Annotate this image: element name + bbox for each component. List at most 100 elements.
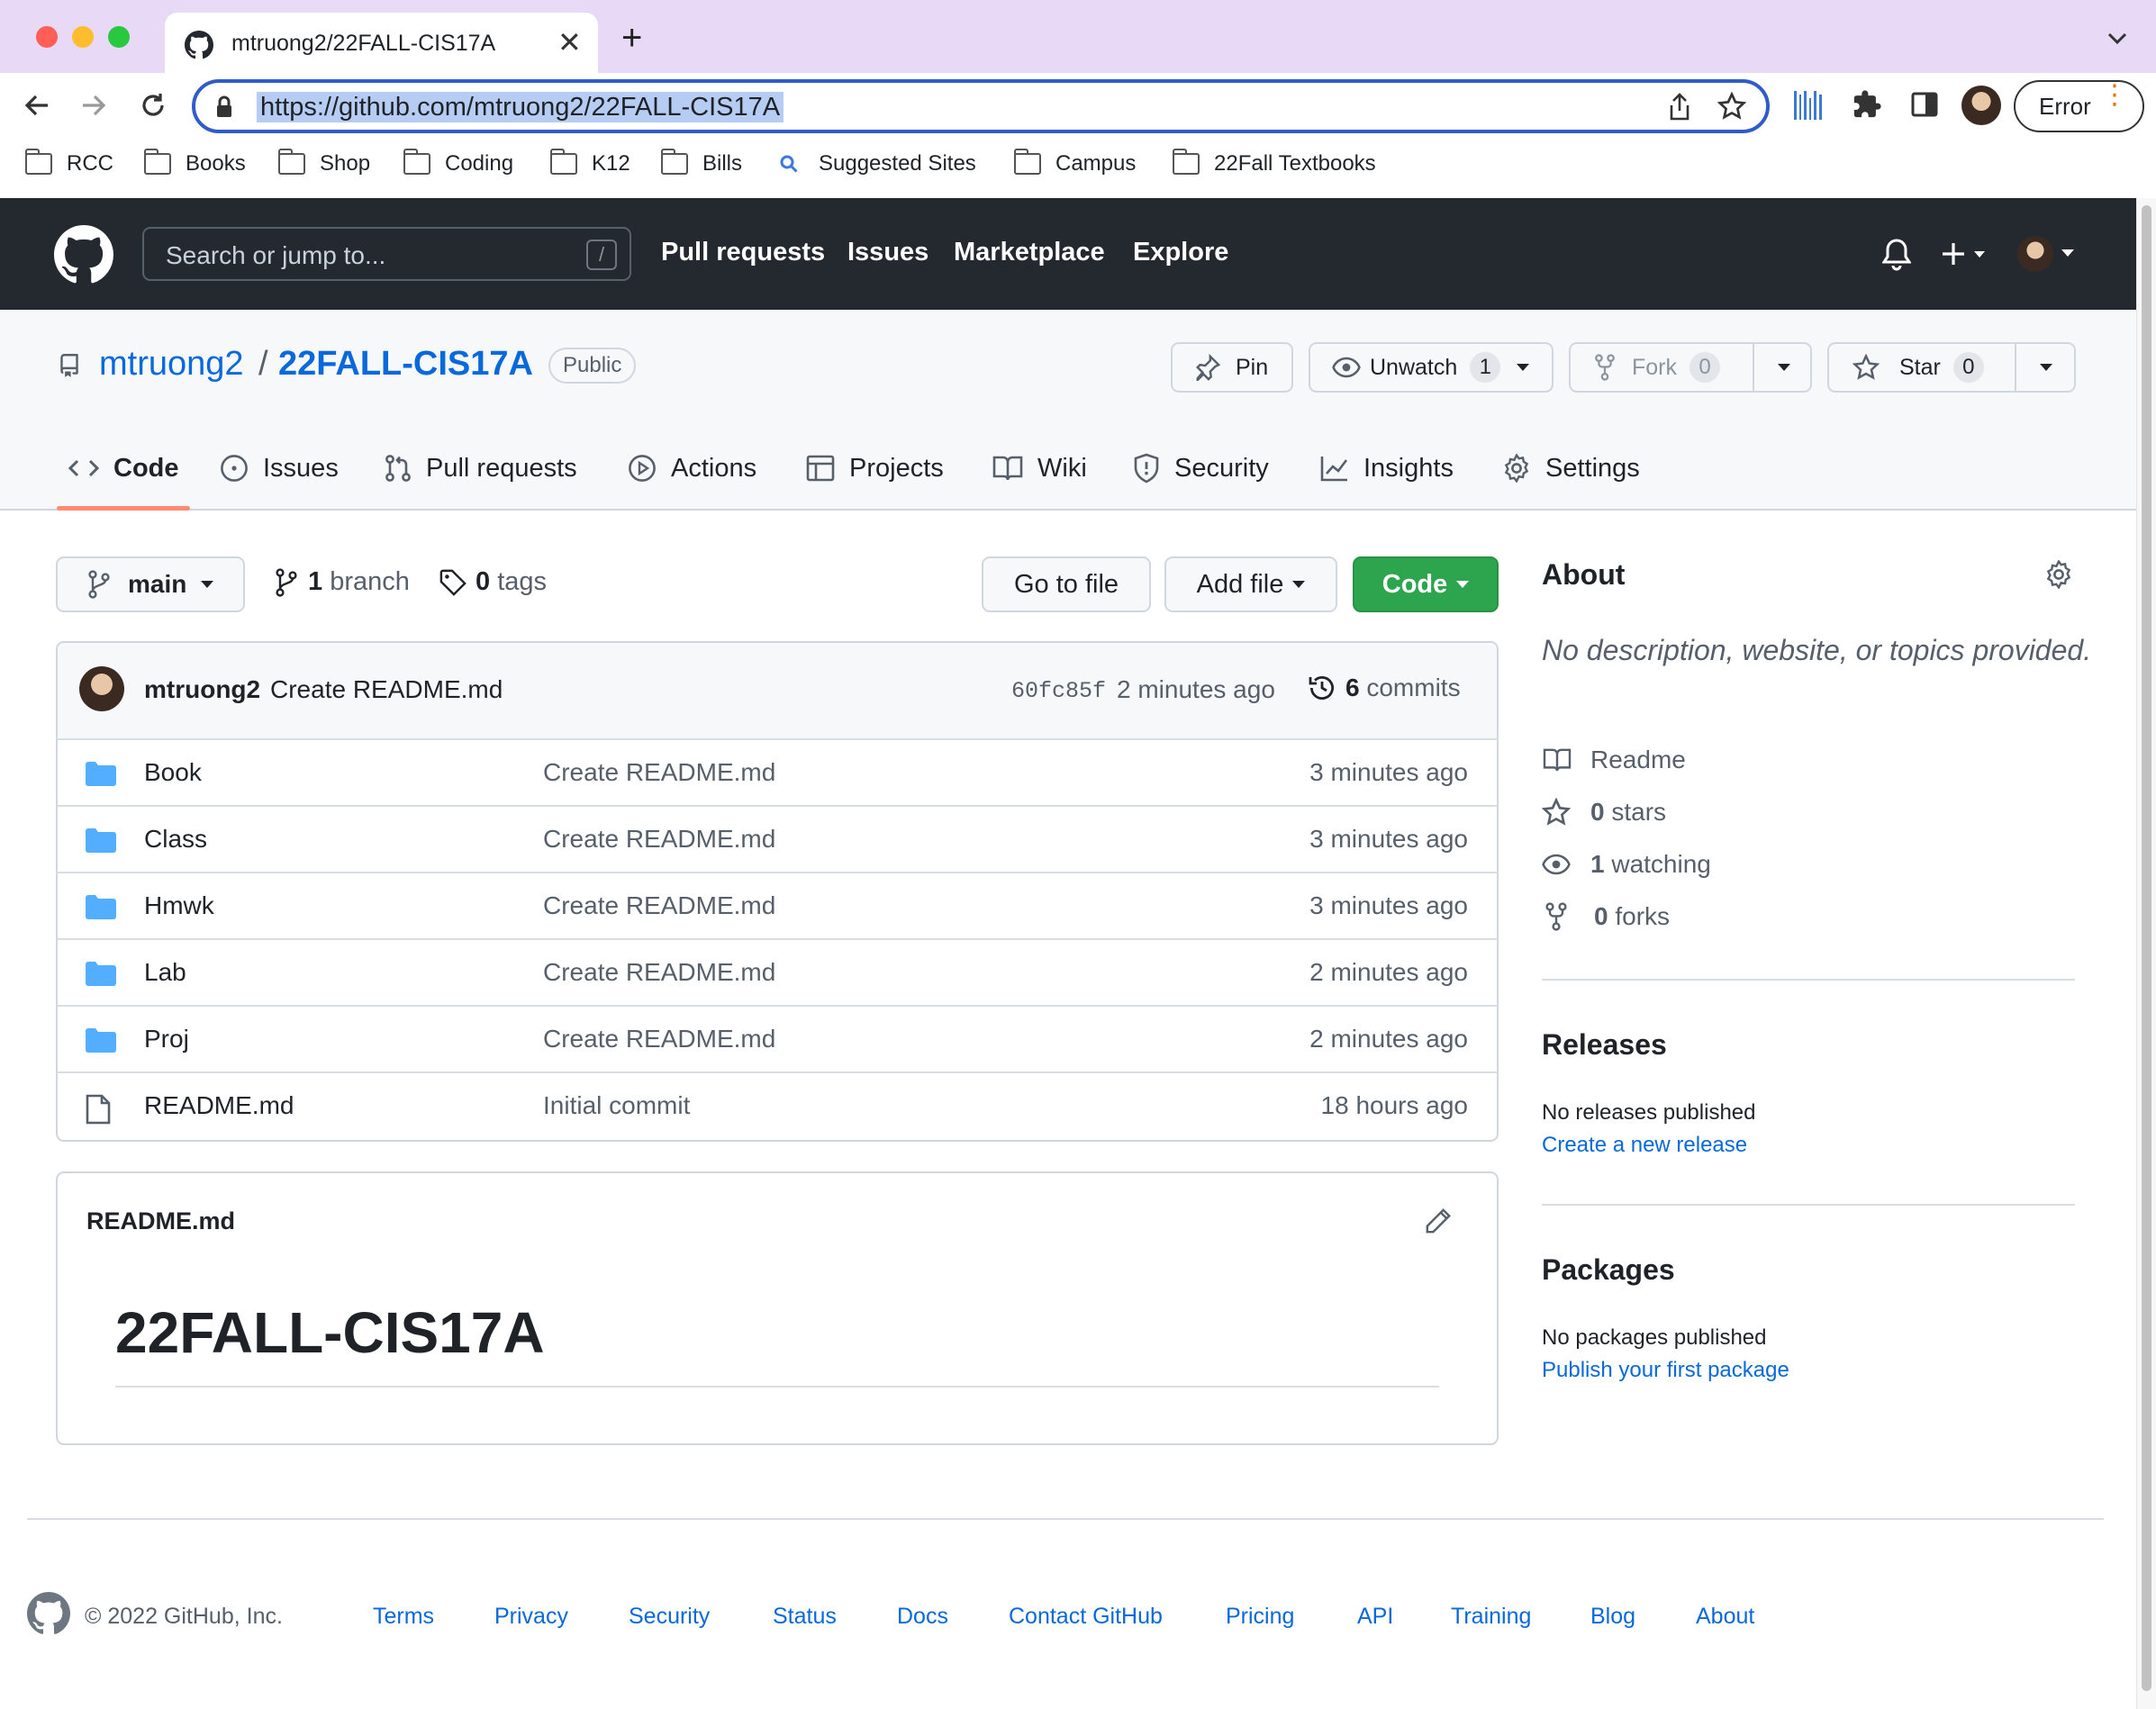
footer-api[interactable]: API	[1357, 1604, 1393, 1630]
tab-actions[interactable]: Actions	[628, 450, 756, 486]
footer-terms[interactable]: Terms	[373, 1604, 434, 1630]
user-avatar[interactable]	[2017, 236, 2053, 272]
page-scrollbar[interactable]	[2136, 198, 2156, 1709]
file-name-link[interactable]: Book	[144, 758, 202, 787]
table-row[interactable]: Lab Create README.md 2 minutes ago	[57, 938, 1498, 1005]
bookmark-k12[interactable]: K12	[550, 148, 630, 180]
tab-projects[interactable]: Projects	[806, 450, 944, 486]
url-text[interactable]: https://github.com/mtruong2/22FALL-CIS17…	[257, 92, 784, 122]
about-watching-link[interactable]: 1 watching	[1542, 850, 1711, 879]
user-menu-caret-icon[interactable]	[2061, 249, 2075, 258]
footer-docs[interactable]: Docs	[897, 1604, 948, 1630]
fork-button[interactable]: Fork 0	[1569, 342, 1812, 393]
tab-settings[interactable]: Settings	[1502, 450, 1640, 486]
nav-issues[interactable]: Issues	[847, 238, 929, 267]
github-logo-icon[interactable]	[54, 225, 113, 285]
add-file-button[interactable]: Add file	[1164, 556, 1337, 612]
repo-owner-link[interactable]: mtruong2	[99, 345, 244, 384]
packages-title[interactable]: Packages	[1542, 1253, 1675, 1287]
branch-selector[interactable]: main	[56, 556, 245, 612]
bookmark-campus[interactable]: Campus	[1014, 148, 1136, 180]
footer-status[interactable]: Status	[773, 1604, 837, 1630]
create-new-plus-icon[interactable]	[1940, 240, 1990, 268]
footer-security[interactable]: Security	[629, 1604, 710, 1630]
nav-pull-requests[interactable]: Pull requests	[661, 238, 825, 267]
search-input[interactable]: Search or jump to... /	[142, 227, 631, 281]
commit-author-avatar[interactable]	[79, 666, 124, 711]
footer-privacy[interactable]: Privacy	[494, 1604, 568, 1630]
bookmark-bills[interactable]: Bills	[661, 148, 742, 180]
file-name-link[interactable]: Lab	[144, 958, 186, 987]
commit-message[interactable]: Create README.md	[270, 675, 503, 704]
bookmark-books[interactable]: Books	[144, 148, 246, 180]
nav-explore[interactable]: Explore	[1133, 238, 1228, 267]
tab-issues[interactable]: Issues	[220, 450, 339, 486]
file-commit-message[interactable]: Create README.md	[543, 758, 775, 787]
tab-wiki[interactable]: Wiki	[992, 450, 1087, 486]
publish-package-link[interactable]: Publish your first package	[1542, 1358, 1789, 1383]
minimize-window-button[interactable]	[72, 26, 94, 48]
branches-link[interactable]: 1 branch	[276, 567, 410, 597]
unwatch-button[interactable]: Unwatch 1	[1309, 342, 1554, 393]
bookmark-shop[interactable]: Shop	[278, 148, 370, 180]
new-tab-button[interactable]: +	[621, 18, 642, 59]
go-to-file-button[interactable]: Go to file	[982, 556, 1151, 612]
file-commit-message[interactable]: Create README.md	[543, 1025, 775, 1053]
file-name-link[interactable]: Hmwk	[144, 891, 214, 920]
edit-pencil-icon[interactable]	[1425, 1207, 1452, 1234]
share-icon[interactable]	[1667, 93, 1692, 122]
file-commit-message[interactable]: Initial commit	[543, 1091, 690, 1120]
about-stars-link[interactable]: 0 stars	[1542, 798, 1666, 827]
about-readme-link[interactable]: Readme	[1542, 746, 1686, 774]
star-button[interactable]: Star 0	[1827, 342, 2076, 393]
file-commit-message[interactable]: Create README.md	[543, 958, 775, 987]
file-commit-message[interactable]: Create README.md	[543, 825, 775, 854]
close-window-button[interactable]	[36, 26, 58, 48]
footer-contact[interactable]: Contact GitHub	[1009, 1604, 1163, 1630]
repo-name-link[interactable]: 22FALL-CIS17A	[278, 345, 533, 384]
tab-search-chevron-icon[interactable]	[2107, 32, 2127, 45]
reload-icon[interactable]	[139, 91, 168, 120]
side-panel-icon[interactable]	[1911, 91, 1938, 118]
bookmark-suggested-sites[interactable]: Suggested Sites	[779, 148, 976, 180]
tags-link[interactable]: 0 tags	[439, 567, 547, 597]
file-commit-message[interactable]: Create README.md	[543, 891, 775, 920]
bookmark-coding[interactable]: Coding	[403, 148, 513, 180]
footer-pricing[interactable]: Pricing	[1226, 1604, 1294, 1630]
browser-profile-avatar[interactable]	[1961, 86, 2001, 125]
file-name-link[interactable]: Class	[144, 825, 207, 854]
footer-blog[interactable]: Blog	[1590, 1604, 1635, 1630]
nav-marketplace[interactable]: Marketplace	[954, 238, 1105, 267]
bookmark-22fall-textbooks[interactable]: 22Fall Textbooks	[1173, 148, 1376, 180]
file-name-link[interactable]: README.md	[144, 1091, 294, 1120]
table-row[interactable]: README.md Initial commit 18 hours ago	[57, 1072, 1498, 1138]
address-bar[interactable]: https://github.com/mtruong2/22FALL-CIS17…	[192, 79, 1770, 133]
bookmark-rcc[interactable]: RCC	[25, 148, 113, 180]
tab-code[interactable]: Code	[68, 450, 179, 486]
extension-barcode-icon[interactable]	[1792, 89, 1825, 122]
kebab-menu-icon[interactable]: ⋮	[2101, 82, 2128, 109]
table-row[interactable]: Book Create README.md 3 minutes ago	[57, 738, 1498, 805]
close-tab-icon[interactable]: ✕	[557, 25, 582, 59]
table-row[interactable]: Hmwk Create README.md 3 minutes ago	[57, 872, 1498, 938]
tab-insights[interactable]: Insights	[1320, 450, 1454, 486]
releases-title[interactable]: Releases	[1542, 1028, 1667, 1062]
maximize-window-button[interactable]	[108, 26, 130, 48]
code-button[interactable]: Code	[1353, 556, 1499, 612]
scrollbar-thumb[interactable]	[2142, 205, 2151, 1691]
notifications-bell-icon[interactable]	[1882, 239, 1911, 271]
commits-link[interactable]: 6 commits	[1308, 674, 1461, 702]
forward-icon[interactable]	[80, 92, 107, 119]
about-forks-link[interactable]: 0 forks	[1542, 902, 1670, 931]
lock-icon[interactable]	[215, 95, 233, 119]
back-icon[interactable]	[23, 92, 50, 119]
about-settings-gear-icon[interactable]	[2044, 560, 2073, 589]
table-row[interactable]: Proj Create README.md 2 minutes ago	[57, 1005, 1498, 1072]
table-row[interactable]: Class Create README.md 3 minutes ago	[57, 805, 1498, 872]
bookmark-star-icon[interactable]	[1717, 92, 1746, 121]
commit-author[interactable]: mtruong2	[144, 675, 260, 704]
browser-tab[interactable]: mtruong2/22FALL-CIS17A ✕	[165, 13, 598, 73]
commit-sha[interactable]: 60fc85f	[1011, 678, 1106, 704]
extensions-puzzle-icon[interactable]	[1852, 89, 1882, 120]
tab-security[interactable]: Security	[1133, 450, 1269, 486]
